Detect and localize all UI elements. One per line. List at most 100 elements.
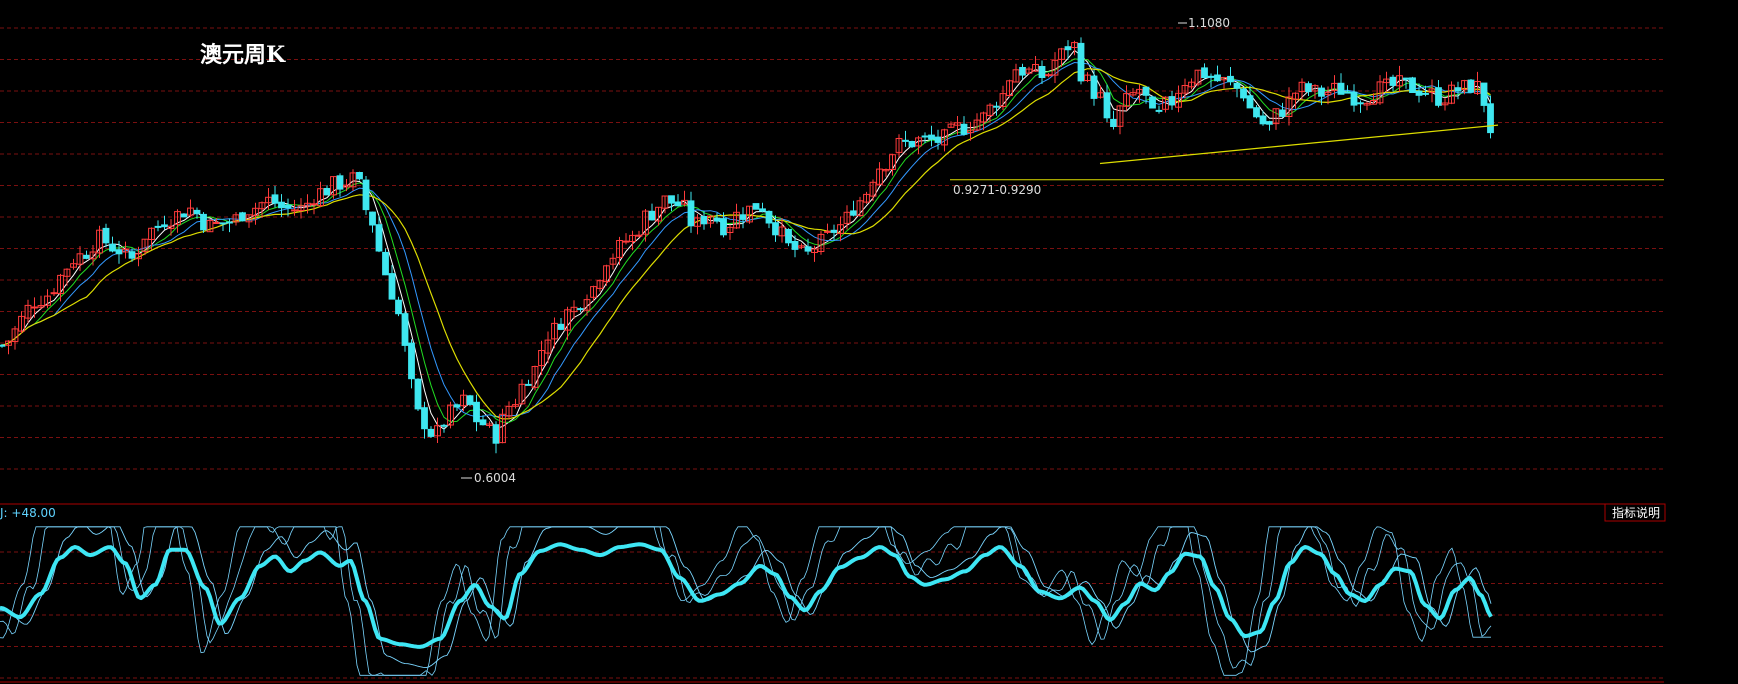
candle-down <box>1201 67 1208 79</box>
candle-down <box>115 249 123 255</box>
kdj-fast-line <box>0 526 1491 676</box>
candle-down <box>109 243 116 252</box>
candle-down <box>427 428 435 437</box>
candle-up <box>824 230 831 233</box>
candle-down <box>369 211 376 226</box>
candle-up <box>31 306 38 309</box>
candle-down <box>928 134 935 140</box>
candle-down <box>362 179 370 211</box>
kdj-j-value-label: J: +48.00 <box>0 506 56 520</box>
candle-down <box>1077 42 1085 82</box>
candle-down <box>421 407 428 430</box>
candle-down <box>772 222 779 236</box>
candle-down <box>765 210 773 224</box>
candle-down <box>720 218 727 236</box>
candle-down <box>1253 107 1260 118</box>
candle-down <box>395 299 402 315</box>
candle-down <box>525 383 532 386</box>
indicator-legend-button[interactable]: 指标说明 <box>1604 503 1666 522</box>
candle-down <box>902 139 909 142</box>
candle-down <box>1142 86 1150 96</box>
candle-down <box>830 229 838 233</box>
candle-up <box>50 292 58 295</box>
support-trendline <box>1099 124 1499 165</box>
candle-down <box>700 216 708 225</box>
candle-down <box>1409 77 1416 94</box>
candle-down <box>993 105 1000 108</box>
candle-down <box>271 194 279 204</box>
kdj-j-line <box>0 542 1493 649</box>
candle-down <box>239 212 246 222</box>
candle-down <box>648 210 656 221</box>
candle-down <box>1422 92 1429 95</box>
candle-down <box>1318 87 1325 97</box>
candle-down <box>1064 46 1072 51</box>
candle-down <box>1487 103 1494 134</box>
candle-down <box>1207 75 1215 78</box>
candle-down <box>414 378 422 410</box>
candle-down <box>1344 91 1351 94</box>
candle-down <box>401 313 409 346</box>
candle-down <box>1019 67 1026 76</box>
low-price-label: 0.6004 <box>474 471 516 485</box>
candle-up <box>635 234 643 237</box>
candle-down <box>161 224 168 228</box>
candle-down <box>1389 76 1397 86</box>
candle-down <box>1149 96 1156 109</box>
candle-down <box>1435 87 1442 106</box>
candle-up <box>622 240 630 243</box>
candle-down <box>785 229 792 244</box>
kdj-indicator-lines <box>0 526 1493 676</box>
candle-down <box>850 210 857 216</box>
candle-down <box>921 135 929 138</box>
candle-down <box>440 424 448 427</box>
candle-down <box>375 224 383 252</box>
candle-down <box>791 241 799 250</box>
candle-down <box>1337 82 1345 95</box>
candle-down <box>557 323 565 330</box>
candle-down <box>1168 96 1176 106</box>
candle-down <box>128 251 136 259</box>
candle-down <box>1415 90 1423 96</box>
candle-up <box>310 203 318 206</box>
candle-down <box>466 395 474 405</box>
level-range-label: 0.9271-0.9290 <box>953 183 1041 197</box>
candle-down <box>908 141 916 148</box>
candle-down <box>356 172 363 180</box>
candle-down <box>674 201 682 207</box>
candle-down <box>1227 75 1234 83</box>
candle-down <box>382 251 389 276</box>
candle-down <box>1214 74 1221 82</box>
candle-down <box>934 136 942 143</box>
candle-down <box>1038 66 1046 78</box>
candle-up <box>1045 74 1052 77</box>
candle-down <box>1305 83 1312 93</box>
legend-button-label: 指标说明 <box>1612 505 1660 520</box>
candle-down <box>668 195 675 204</box>
candle-down <box>180 213 188 218</box>
candle-down <box>739 214 747 220</box>
candle-down <box>1110 118 1117 128</box>
candle-down <box>83 254 90 259</box>
high-price-label: 1.1080 <box>1188 16 1230 30</box>
candle-down <box>453 404 461 408</box>
candle-down <box>102 227 110 244</box>
candle-down <box>1155 109 1163 112</box>
chart-stage: 澳元周K 1.1080 0.6004 0.9271-0.9290 J: +48.… <box>0 0 1738 684</box>
candle-down <box>713 217 721 222</box>
candle-down <box>219 222 227 225</box>
candle-down <box>473 401 480 423</box>
candle-down <box>1402 77 1410 80</box>
candle-down <box>1240 88 1247 99</box>
candle-down <box>1279 109 1286 117</box>
candle-down <box>193 209 201 215</box>
ma-green-line <box>1 58 1491 423</box>
candle-down <box>577 308 584 311</box>
candle-up <box>291 209 298 212</box>
candle-down <box>479 419 487 426</box>
chart-canvas: 澳元周K 1.1080 0.6004 0.9271-0.9290 J: +48.… <box>0 16 1666 683</box>
candle-down <box>408 342 415 380</box>
candle-down <box>388 273 396 300</box>
candle-down <box>0 344 6 347</box>
candle-down <box>1259 115 1267 125</box>
